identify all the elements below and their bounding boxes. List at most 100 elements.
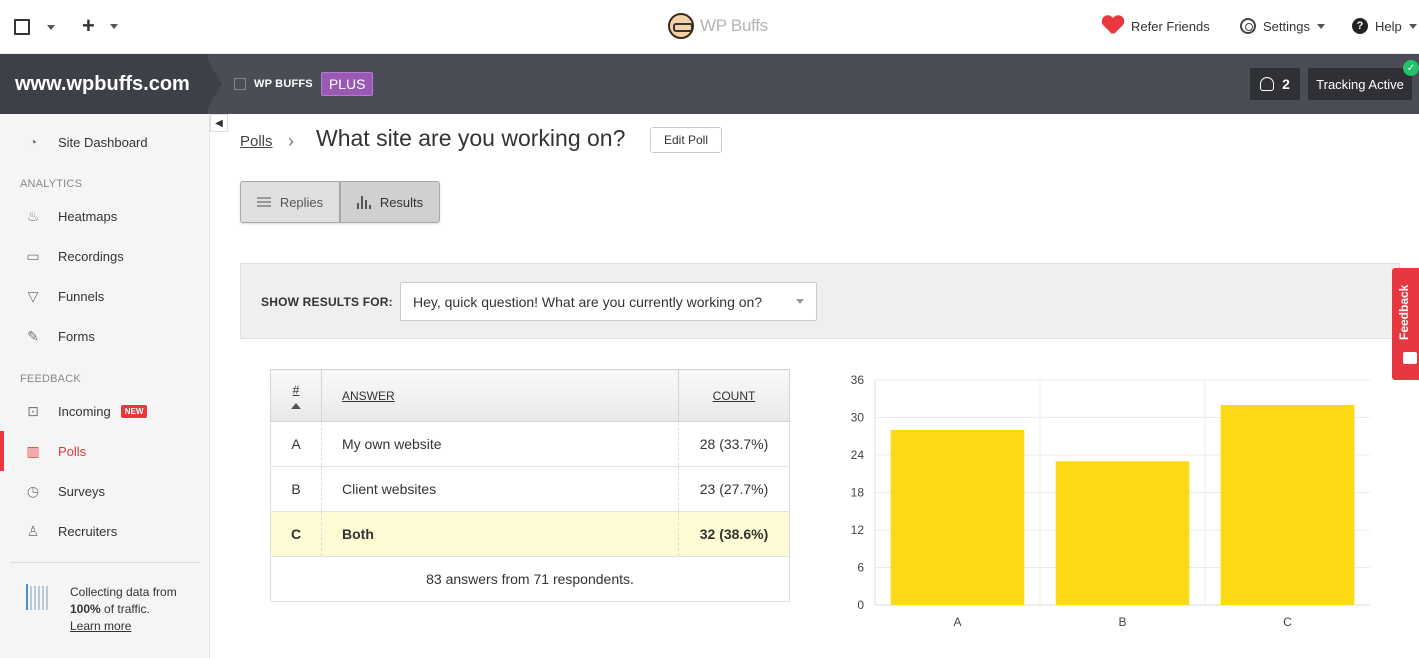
page-title: What site are you working on? <box>316 125 626 151</box>
column-header-count[interactable]: COUNT <box>678 369 790 422</box>
y-tick-label: 24 <box>851 448 865 462</box>
poll-chart-icon: ▥ <box>26 442 40 459</box>
sidebar-item-label: Forms <box>58 328 95 344</box>
camera-icon: ▭ <box>26 247 40 264</box>
table-footer-row: 83 answers from 71 respondents. <box>270 556 790 602</box>
results-bar-chart: 0 6 12 18 24 30 36 A B C <box>851 373 1370 629</box>
row-count: 32 (38.6%) <box>678 511 790 557</box>
results-filter: SHOW RESULTS FOR: Hey, quick question! W… <box>240 263 1400 339</box>
question-select[interactable]: Hey, quick question! What are you curren… <box>400 282 817 321</box>
dashboard-icon: ◔ <box>28 134 38 150</box>
row-answer: Client websites <box>321 466 679 512</box>
survey-icon: ◷ <box>26 482 40 499</box>
flame-icon: ♨ <box>26 207 40 224</box>
sidebar-item-surveys[interactable]: ◷ Surveys <box>0 471 210 511</box>
analytics-heading: ANALYTICS <box>20 178 83 190</box>
sidebar-item-label: Recruiters <box>58 523 118 539</box>
feedback-smile-icon <box>1403 352 1417 364</box>
collection-status: Collecting data from 100% of traffic. Le… <box>26 584 177 635</box>
sidebar-divider <box>10 562 200 563</box>
help-icon: ? <box>1352 18 1368 34</box>
form-edit-icon: ✎ <box>27 327 39 344</box>
sidebar-item-recruiters[interactable]: ♙ Recruiters <box>0 511 210 551</box>
org-info: WP BUFFS PLUS <box>234 72 374 96</box>
chevron-left-icon: ◀ <box>215 117 223 129</box>
add-menu[interactable]: + <box>82 13 118 39</box>
breadcrumb-polls[interactable]: Polls <box>240 133 273 150</box>
sort-asc-icon <box>291 402 301 409</box>
sidebar-item-label: Surveys <box>58 483 105 499</box>
table-row: A My own website 28 (33.7%) <box>270 421 790 467</box>
building-icon <box>14 19 30 36</box>
sidebar-item-recordings[interactable]: ▭ Recordings <box>0 236 210 276</box>
tab-results[interactable]: Results <box>340 181 440 223</box>
collect-line2-text: of traffic. <box>100 602 150 616</box>
org-switcher[interactable] <box>14 16 56 37</box>
x-tick-label: B <box>1118 615 1126 629</box>
heart-icon <box>1102 16 1124 36</box>
collect-line2: 100% of traffic. <box>70 601 177 618</box>
settings-menu[interactable]: Settings <box>1240 18 1325 34</box>
list-icon <box>256 197 271 207</box>
column-header-id[interactable]: # <box>270 369 322 422</box>
help-menu[interactable]: ? Help <box>1352 18 1417 34</box>
site-arrow <box>204 54 222 114</box>
table-header-row: # ANSWER COUNT <box>270 369 790 422</box>
collect-percent: 100% <box>70 602 101 616</box>
feedback-tab-label: Feedback <box>1397 284 1411 340</box>
filter-label: SHOW RESULTS FOR: <box>261 295 393 309</box>
y-tick-label: 0 <box>857 598 864 612</box>
plus-icon: + <box>82 13 95 38</box>
edit-poll-button[interactable]: Edit Poll <box>650 127 722 153</box>
column-header-answer[interactable]: ANSWER <box>321 369 679 422</box>
org-name: WP BUFFS <box>254 78 313 90</box>
learn-more-link[interactable]: Learn more <box>70 619 131 633</box>
table-footer: 83 answers from 71 respondents. <box>270 556 790 602</box>
x-tick-label: C <box>1283 615 1292 629</box>
y-tick-label: 12 <box>851 523 865 537</box>
check-icon: ✓ <box>1403 60 1419 76</box>
users-icon <box>1260 77 1275 91</box>
row-answer: My own website <box>321 421 679 467</box>
row-id: A <box>270 421 322 467</box>
funnel-icon: ▽ <box>27 287 39 304</box>
building-icon <box>234 78 246 90</box>
tracking-status-button[interactable]: Tracking Active <box>1308 68 1412 100</box>
site-name[interactable]: www.wpbuffs.com <box>0 54 208 114</box>
sidebar-item-label: Heatmaps <box>58 208 118 224</box>
bar <box>1055 461 1190 605</box>
sidebar-item-polls[interactable]: ▥ Polls <box>0 431 210 471</box>
collect-line1: Collecting data from <box>70 585 177 599</box>
sidebar-item-label: Recordings <box>58 248 124 264</box>
plan-badge[interactable]: PLUS <box>320 72 374 96</box>
chevron-down-icon <box>1316 23 1325 29</box>
sidebar-item-incoming[interactable]: ⊡ Incoming NEW <box>0 391 210 431</box>
question-select-value: Hey, quick question! What are you curren… <box>413 293 763 310</box>
brand-logo[interactable]: WP Buffs <box>668 12 768 40</box>
top-bar: + WP Buffs Refer Friends Settings ? Help <box>0 0 1419 54</box>
results-table: # ANSWER COUNT A My own website 28 (33.7… <box>270 369 790 602</box>
table-row-highlighted: C Both 32 (38.6%) <box>270 511 790 557</box>
tab-replies[interactable]: Replies <box>240 181 340 223</box>
refer-friends-link[interactable]: Refer Friends <box>1102 16 1210 36</box>
collection-text: Collecting data from 100% of traffic. Le… <box>70 584 177 635</box>
tab-label: Results <box>379 194 424 210</box>
row-count: 28 (33.7%) <box>678 421 790 467</box>
sidebar-item-heatmaps[interactable]: ♨ Heatmaps <box>0 196 210 236</box>
settings-label: Settings <box>1263 18 1310 34</box>
bar-chart-icon <box>356 195 371 209</box>
feedback-heading: FEEDBACK <box>20 373 81 385</box>
sidebar-item-site-dashboard[interactable]: ◔ Site Dashboard <box>0 122 210 162</box>
team-users-button[interactable]: 2 <box>1250 68 1300 100</box>
refer-friends-label: Refer Friends <box>1131 18 1210 34</box>
help-label: Help <box>1375 18 1402 34</box>
user-icon: ♙ <box>26 522 40 539</box>
row-count: 23 (27.7%) <box>678 466 790 512</box>
sidebar-item-funnels[interactable]: ▽ Funnels <box>0 276 210 316</box>
chevron-down-icon <box>1408 23 1417 29</box>
sidebar-item-label: Funnels <box>58 288 105 304</box>
sidebar-item-label: Incoming <box>58 403 111 419</box>
collapse-sidebar-button[interactable]: ◀ <box>210 114 228 132</box>
sidebar-item-forms[interactable]: ✎ Forms <box>0 316 210 356</box>
tab-label: Replies <box>279 194 324 210</box>
